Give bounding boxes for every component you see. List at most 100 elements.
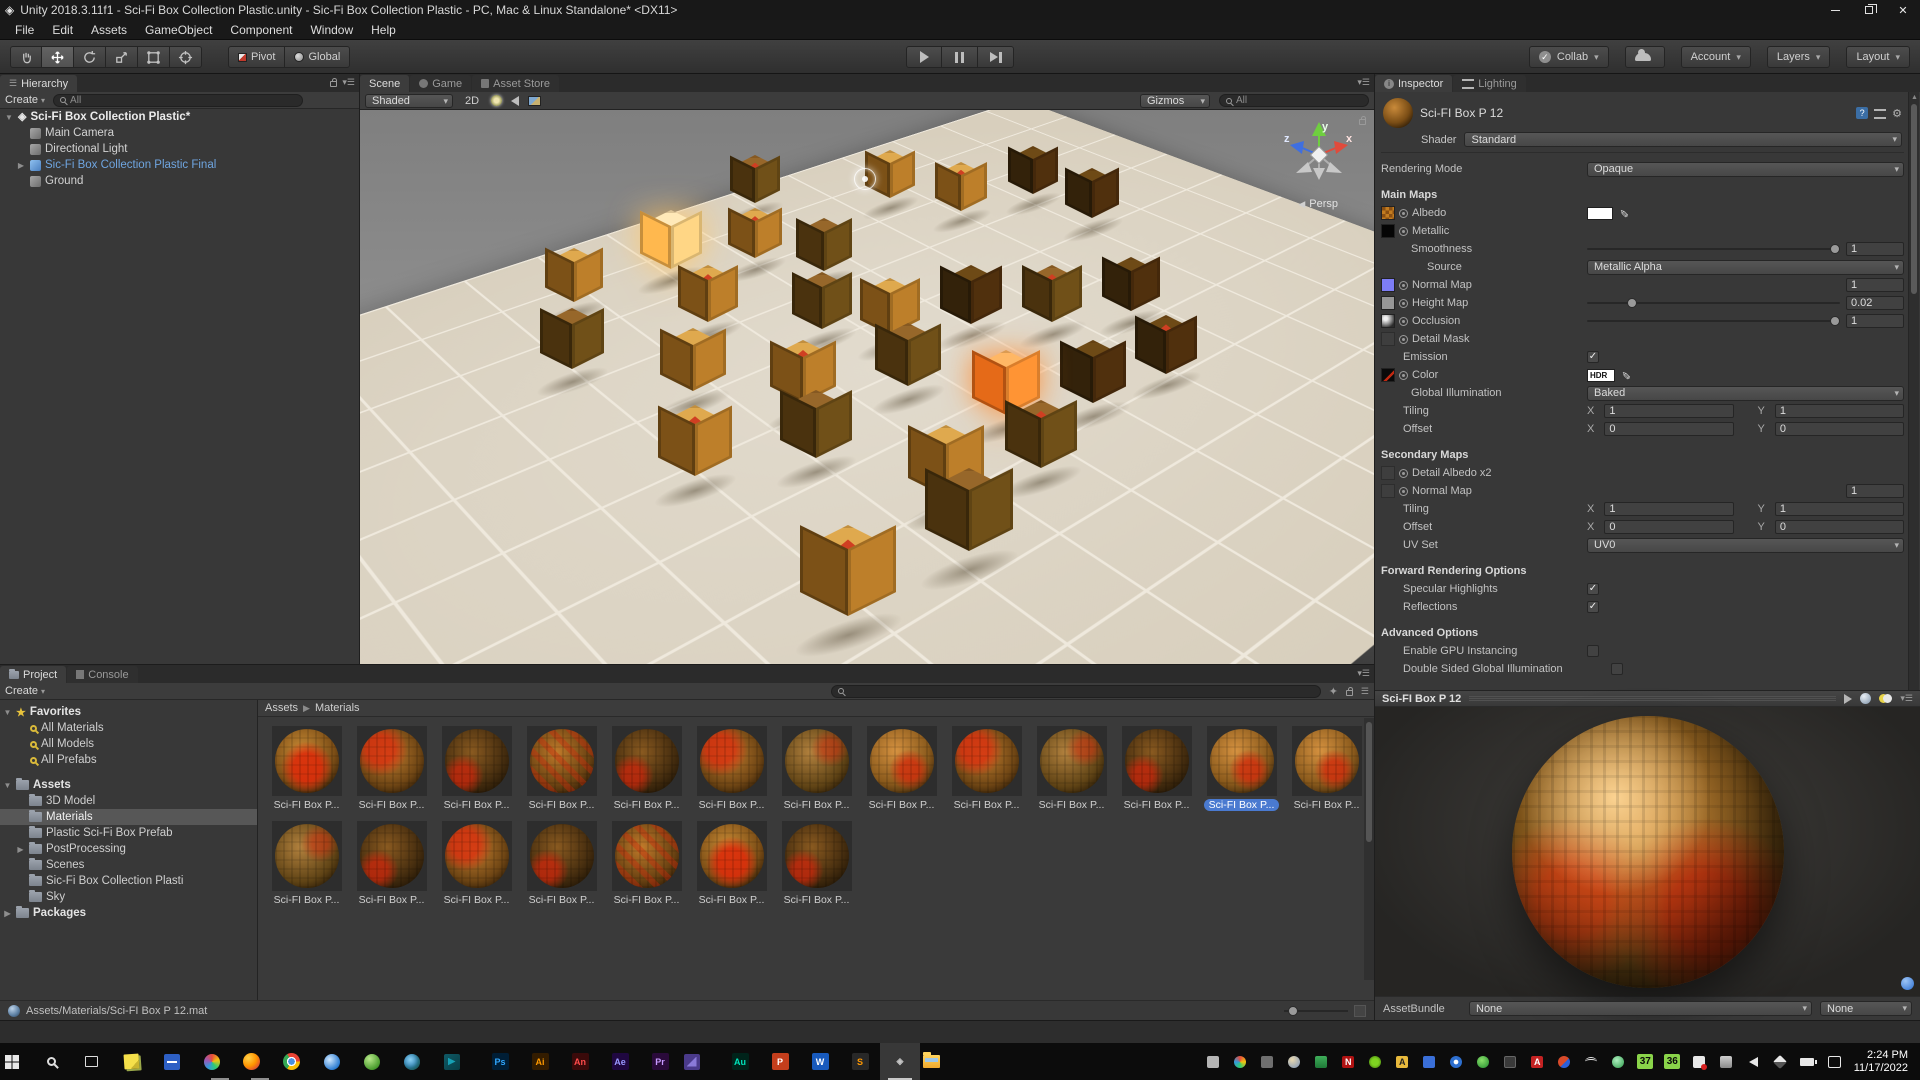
tray-doc-icon[interactable] [1416, 1043, 1443, 1080]
tab-console[interactable]: Console [67, 666, 137, 683]
tray-battery-icon[interactable] [1794, 1043, 1821, 1080]
menu-item[interactable]: File [6, 23, 43, 37]
restore-button[interactable] [1852, 0, 1886, 20]
tab-inspector[interactable]: iInspector [1375, 75, 1452, 92]
gizmos-dropdown[interactable]: Gizmos [1140, 94, 1210, 108]
normal-map-value[interactable]: 1 [1846, 278, 1904, 292]
folder-item[interactable]: Sic-Fi Box Collection Plasti [0, 873, 257, 889]
notification-bubble-icon[interactable] [1901, 977, 1914, 990]
material-preview-area[interactable] [1375, 707, 1920, 996]
app-3dsmax[interactable] [440, 1043, 480, 1080]
occlusion-value[interactable]: 1 [1846, 314, 1904, 328]
height-map-slot[interactable] [1381, 296, 1395, 310]
hierarchy-search-input[interactable]: All [53, 94, 303, 107]
material-asset[interactable]: Sci-FI Box P... [689, 821, 774, 906]
inspector-scrollbar[interactable]: ▲ [1908, 92, 1919, 690]
app-green-orb[interactable] [360, 1043, 400, 1080]
scene-box[interactable] [1022, 265, 1082, 337]
tray-color-icon[interactable] [1227, 1043, 1254, 1080]
scene-lighting-toggle[interactable] [491, 95, 502, 106]
hierarchy-item[interactable]: ▶ Sic-Fi Box Collection Plastic Final [0, 157, 359, 173]
scene-box[interactable] [800, 525, 896, 640]
material-asset[interactable]: Sci-FI Box P... [689, 726, 774, 811]
pause-button[interactable] [942, 46, 978, 68]
tray-shield-icon[interactable] [1308, 1043, 1335, 1080]
panel-menu-icon[interactable]: ▾☰ [1357, 77, 1370, 88]
material-asset[interactable]: Sci-FI Box P... [264, 726, 349, 811]
occlusion-map-slot[interactable] [1381, 314, 1395, 328]
scene-effects-toggle[interactable] [528, 96, 541, 106]
folder-item[interactable]: Sky [0, 889, 257, 905]
preview-light-icon[interactable] [1879, 693, 1892, 704]
scene-search-input[interactable]: All [1219, 94, 1369, 107]
thumbnail-zoom-slider[interactable] [1284, 1010, 1348, 1012]
object-picker-icon[interactable] [1399, 335, 1408, 344]
material-asset[interactable]: Sci-FI Box P... [1199, 726, 1284, 811]
favorites-root[interactable]: ▼★Favorites [0, 704, 257, 720]
minimize-button[interactable] [1818, 0, 1852, 20]
detail-albedo-slot[interactable] [1381, 466, 1395, 480]
favorites-item[interactable]: All Models [0, 736, 257, 752]
app-paint[interactable] [200, 1043, 240, 1080]
panel-menu-icon[interactable]: ☰ [1361, 686, 1369, 697]
folder-item[interactable]: ▶PostProcessing [0, 841, 257, 857]
app-adobe-purple[interactable] [680, 1043, 720, 1080]
tray-nvidia-icon[interactable] [1362, 1043, 1389, 1080]
scale-tool-button[interactable] [106, 46, 138, 68]
assets-root[interactable]: ▼Assets [0, 777, 257, 793]
emission-map-slot[interactable] [1381, 368, 1395, 382]
menu-item[interactable]: Edit [43, 23, 82, 37]
collab-dropdown[interactable]: ✓Collab▾ [1529, 46, 1609, 68]
folder-item[interactable]: Materials [0, 809, 257, 825]
tray-notification-icon[interactable] [1821, 1043, 1848, 1080]
tray-green-orb-icon[interactable] [1470, 1043, 1497, 1080]
object-picker-icon[interactable] [1399, 487, 1408, 496]
hierarchy-item[interactable]: Directional Light [0, 141, 359, 157]
object-picker-icon[interactable] [1399, 469, 1408, 478]
scene-box[interactable] [545, 248, 603, 317]
app-unity[interactable]: ◈ [880, 1043, 920, 1080]
tiling-x-field[interactable]: 1 [1604, 404, 1733, 418]
hierarchy-create-button[interactable]: Create▾ [5, 94, 45, 106]
tray-orb-icon[interactable] [1281, 1043, 1308, 1080]
scene-box[interactable] [730, 155, 780, 215]
hierarchy-item[interactable]: Ground [0, 173, 359, 189]
app-photoshop[interactable]: Ps [480, 1043, 520, 1080]
gear-icon[interactable]: ⚙ [1892, 107, 1902, 120]
tray-wifi-icon[interactable] [1578, 1043, 1605, 1080]
play-button[interactable] [906, 46, 942, 68]
app-search-globe[interactable] [320, 1043, 360, 1080]
reflections-checkbox[interactable]: ✓ [1587, 601, 1599, 613]
layers-dropdown[interactable]: Layers▾ [1767, 46, 1831, 68]
help-icon[interactable]: ? [1856, 107, 1868, 119]
material-asset[interactable]: Sci-FI Box P... [434, 726, 519, 811]
tray-a-icon[interactable]: A [1389, 1043, 1416, 1080]
eyedropper-icon[interactable]: ✎ [1617, 208, 1630, 217]
double-sided-gi-checkbox[interactable] [1611, 663, 1623, 675]
scene-box[interactable] [940, 265, 1002, 339]
height-map-value[interactable]: 0.02 [1846, 296, 1904, 310]
pivot-toggle-button[interactable]: Pivot [228, 46, 285, 68]
material-asset[interactable]: Sci-FI Box P... [774, 821, 859, 906]
material-asset[interactable]: Sci-FI Box P... [349, 821, 434, 906]
project-scrollbar[interactable] [1364, 718, 1374, 980]
scene-box[interactable] [1135, 315, 1197, 389]
tray-grid-icon[interactable] [1497, 1043, 1524, 1080]
material-asset[interactable]: Sci-FI Box P... [264, 821, 349, 906]
lock-icon[interactable] [1346, 690, 1353, 696]
layout-dropdown[interactable]: Layout▾ [1846, 46, 1910, 68]
rendering-mode-dropdown[interactable]: Opaque [1587, 162, 1904, 177]
scene-box[interactable] [925, 468, 1013, 574]
rotate-tool-button[interactable] [74, 46, 106, 68]
material-asset[interactable]: Sci-FI Box P... [349, 726, 434, 811]
assetbundle-variant-dropdown[interactable]: None [1820, 1001, 1912, 1016]
scene-orientation-gizmo[interactable]: y x z [1282, 118, 1356, 192]
presets-icon[interactable] [1874, 109, 1886, 119]
rect-tool-button[interactable] [138, 46, 170, 68]
taskbar-taskview-button[interactable] [80, 1043, 120, 1080]
smoothness-slider[interactable] [1587, 248, 1840, 250]
tray-hand-icon[interactable] [1686, 1043, 1713, 1080]
secondary-normal-map-slot[interactable] [1381, 484, 1395, 498]
global-illumination-dropdown[interactable]: Baked [1587, 386, 1904, 401]
tray-red-a-icon[interactable]: A [1524, 1043, 1551, 1080]
